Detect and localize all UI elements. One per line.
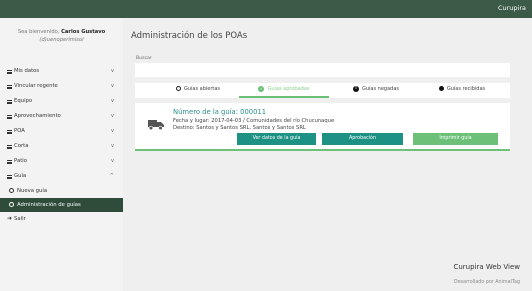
- tab-guias-abiertas[interactable]: Guías abiertas: [153, 83, 243, 98]
- sidebar-item-label: Vincular regente: [14, 83, 58, 89]
- sidebar-item-guia[interactable]: Guía ^: [0, 169, 123, 184]
- guide-destination: Destino: Santos y Santos SRL, Santos y S…: [173, 125, 306, 131]
- circle-outline-icon: [175, 86, 181, 91]
- active-tab-indicator: [239, 96, 329, 98]
- user-name: Carlos Gustavo: [61, 29, 106, 35]
- check-circle-icon: ✓: [258, 85, 265, 92]
- logout-link[interactable]: ➜ Salir: [0, 212, 123, 226]
- print-guide-button[interactable]: Imprimir guía: [413, 133, 498, 145]
- tab-bar: Guías abiertas ✓ Guías aprobadas ! Guías n…: [135, 83, 510, 98]
- sidebar-menu: Mis datos v Vincular regente v Equipo v …: [0, 64, 123, 226]
- footer-developer: Desarrollado por AnimalTag: [453, 280, 520, 285]
- page-title: Administración de los POAs: [131, 31, 248, 41]
- sidebar-item-label: Equipo: [14, 98, 33, 104]
- menu-icon: [7, 115, 12, 119]
- filled-circle-icon: [438, 86, 444, 91]
- user-email: (d)uenoperimisol: [39, 37, 84, 43]
- tab-label: Guías abiertas: [183, 86, 221, 92]
- chevron-down-icon: v: [111, 128, 114, 134]
- guide-number[interactable]: Número de la guía: 000011: [173, 108, 266, 116]
- main-content: Administración de los POAs Buscar Guías …: [123, 18, 532, 291]
- tab-guias-negadas[interactable]: ! Guías negadas: [331, 83, 421, 98]
- sidebar-item-mis-datos[interactable]: Mis datos v: [0, 64, 123, 79]
- sidebar-item-label: Guía: [14, 173, 27, 179]
- chevron-up-icon: ^: [109, 173, 114, 179]
- sidebar-item-equipo[interactable]: Equipo v: [0, 94, 123, 109]
- menu-icon: [7, 130, 12, 134]
- sidebar-item-label: Mis datos: [14, 68, 40, 74]
- sidebar-subitem-label: Administración de guías: [17, 202, 81, 208]
- tab-label: Guías aprobadas: [267, 86, 310, 92]
- guide-date-place: Fecha y lugar: 2017-04-03 / Comunidades …: [173, 118, 335, 124]
- logout-label: Salir: [14, 216, 26, 222]
- welcome-block: Sea bienvenido, Carlos Gustavo (d)uenope…: [0, 28, 123, 44]
- circle-outline-icon: [9, 188, 14, 193]
- footer-brand: Curupira Web View: [453, 263, 520, 271]
- sidebar-subitem-administracion-guias[interactable]: Administración de guías: [0, 198, 123, 212]
- menu-icon: [7, 175, 12, 179]
- sidebar-item-label: POA: [14, 128, 25, 134]
- search-label: Buscar: [136, 56, 152, 61]
- menu-icon: [7, 160, 12, 164]
- chevron-down-icon: v: [111, 98, 114, 104]
- menu-icon: [7, 100, 12, 104]
- view-guide-button[interactable]: Ver datos de la guía: [237, 133, 316, 145]
- menu-icon: [7, 70, 12, 74]
- sidebar-item-patio[interactable]: Patio v: [0, 154, 123, 169]
- logout-icon: ➜: [7, 215, 13, 222]
- sidebar-item-label: Corta: [14, 143, 29, 149]
- sidebar-item-poa[interactable]: POA v: [0, 124, 123, 139]
- truck-icon: [148, 120, 164, 130]
- sidebar-item-aprovechamiento[interactable]: Aprovechamiento v: [0, 109, 123, 124]
- tab-label: Guías recibidas: [446, 86, 486, 92]
- sidebar-item-vincular-regente[interactable]: Vincular regente v: [0, 79, 123, 94]
- menu-icon: [7, 85, 12, 89]
- brand-label[interactable]: Curupira: [498, 4, 526, 12]
- sidebar-item-label: Patio: [14, 158, 27, 164]
- chevron-down-icon: v: [111, 143, 114, 149]
- tab-guias-recibidas[interactable]: Guías recibidas: [417, 83, 507, 98]
- search-input[interactable]: [135, 63, 510, 77]
- sidebar-subitem-label: Nueva guía: [17, 188, 48, 194]
- guide-card: Número de la guía: 000011 Fecha y lugar:…: [135, 103, 510, 151]
- chevron-down-icon: v: [111, 113, 114, 119]
- top-bar: Curupira: [0, 0, 532, 18]
- welcome-prefix: Sea bienvenido,: [17, 29, 60, 35]
- chevron-down-icon: v: [111, 68, 114, 74]
- circle-outline-icon: [9, 202, 14, 207]
- tab-label: Guías negadas: [361, 86, 400, 92]
- chevron-down-icon: v: [111, 158, 114, 164]
- menu-icon: [7, 145, 12, 149]
- sidebar-item-label: Aprovechamiento: [14, 113, 61, 119]
- sidebar-subitem-nueva-guia[interactable]: Nueva guía: [0, 184, 123, 198]
- approval-button[interactable]: Aprobación: [322, 133, 403, 145]
- tab-guias-aprobadas[interactable]: ✓ Guías aprobadas: [239, 83, 329, 98]
- chevron-down-icon: v: [111, 83, 114, 89]
- exclamation-circle-icon: !: [352, 85, 359, 92]
- sidebar: Sea bienvenido, Carlos Gustavo (d)uenope…: [0, 18, 123, 291]
- sidebar-item-corta[interactable]: Corta v: [0, 139, 123, 154]
